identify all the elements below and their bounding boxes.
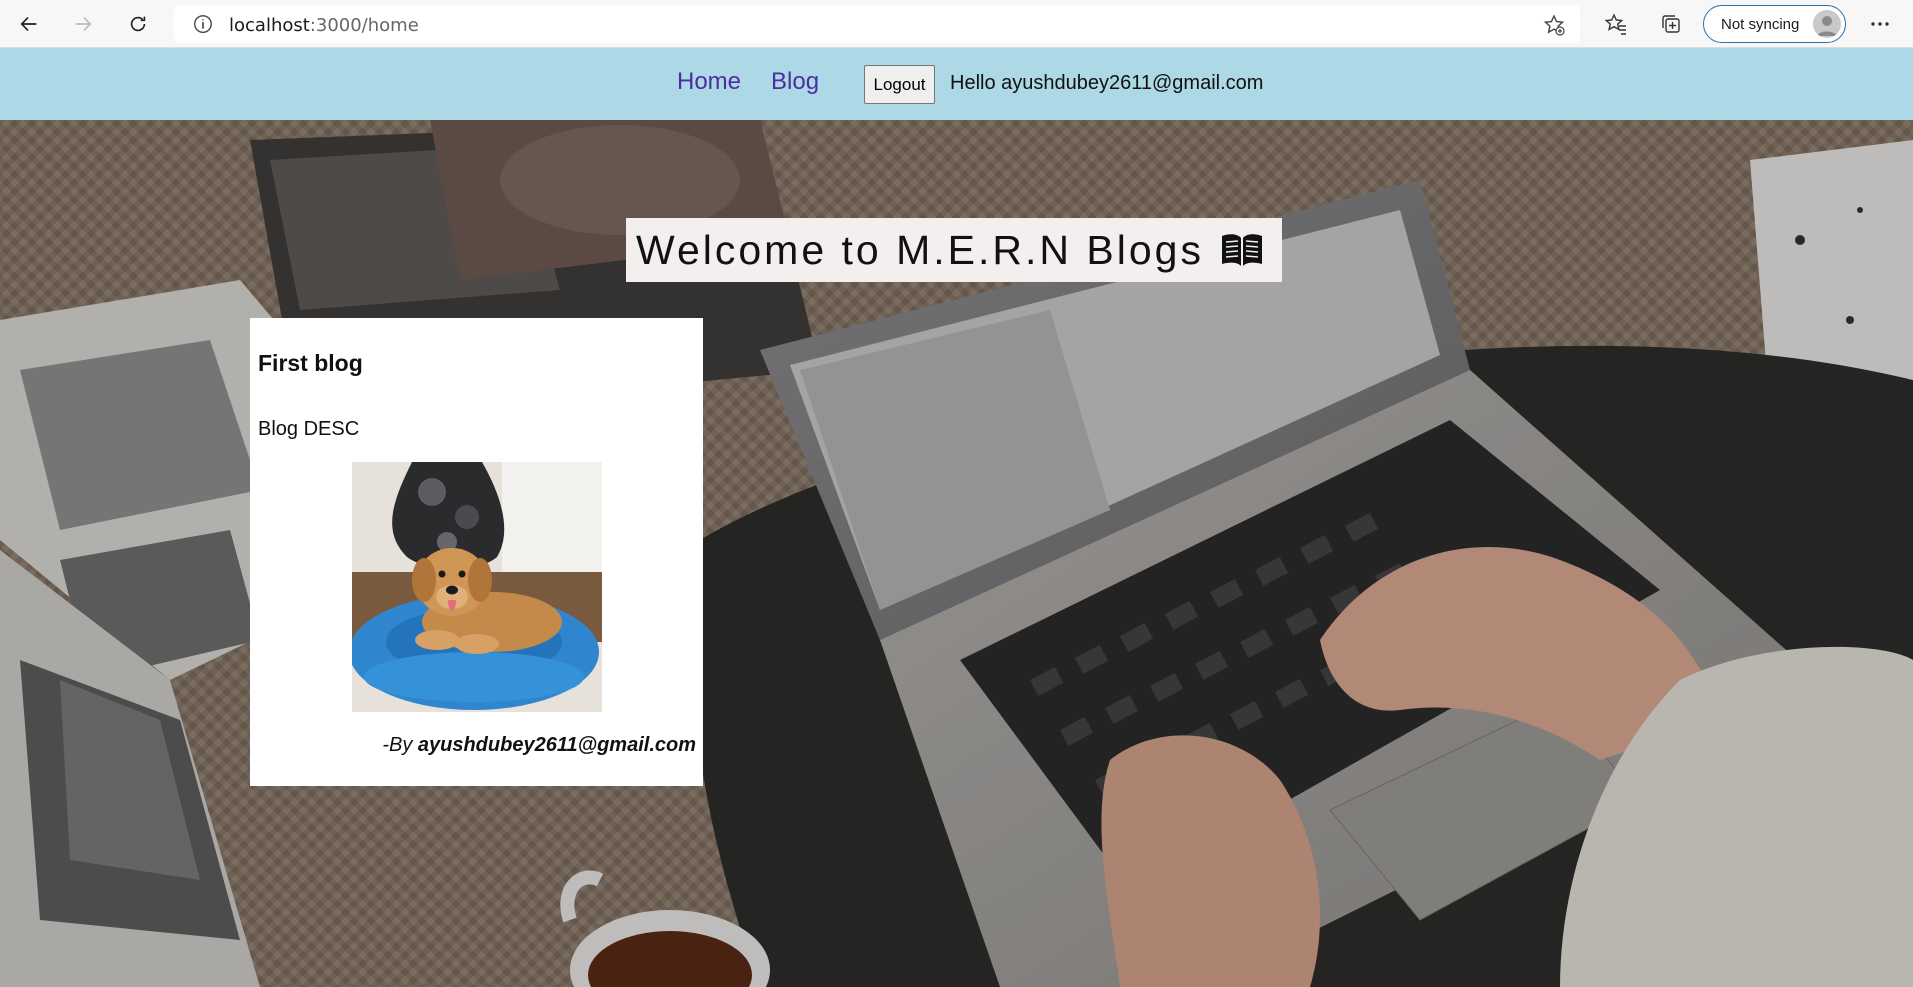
logout-button[interactable]: Logout — [864, 65, 935, 104]
refresh-button[interactable] — [120, 6, 156, 42]
collections-button[interactable] — [1655, 8, 1687, 40]
sync-label: Not syncing — [1721, 16, 1800, 33]
forward-button[interactable] — [65, 6, 101, 42]
blog-description: Blog DESC — [258, 418, 360, 440]
favorites-icon — [1604, 13, 1626, 35]
collections-icon — [1662, 15, 1680, 33]
blog-author: -By ayushdubey2611@gmail.com — [382, 734, 696, 757]
refresh-icon — [130, 16, 146, 32]
add-favorite-icon[interactable] — [1542, 13, 1566, 37]
back-icon — [20, 16, 37, 32]
browser-toolbar: localhost:3000/home Not syncing — [0, 0, 1913, 48]
blog-card[interactable]: First blog Blog DESC -By ayushdubey2611@… — [250, 318, 703, 786]
more-icon — [1871, 22, 1889, 26]
blog-image — [352, 462, 602, 712]
welcome-heading: Welcome to M.E.R.N Blogs — [636, 226, 1204, 273]
author-email: ayushdubey2611@gmail.com — [417, 734, 696, 756]
web-page: Home Blog Logout Hello ayushdubey2611@gm… — [0, 48, 1913, 987]
favorites-button[interactable] — [1600, 8, 1632, 40]
address-url[interactable]: localhost:3000/home — [229, 15, 419, 36]
forward-icon — [75, 16, 92, 32]
url-host: localhost — [229, 15, 310, 36]
user-greeting: Hello ayushdubey2611@gmail.com — [950, 72, 1264, 94]
address-bar[interactable]: localhost:3000/home — [174, 5, 1580, 43]
profile-avatar-icon — [1813, 10, 1841, 38]
dog-in-blue-bed-photo — [352, 462, 602, 712]
nav-blog-link[interactable]: Blog — [771, 68, 819, 96]
open-book-icon — [1221, 234, 1262, 266]
site-info-icon[interactable] — [192, 13, 214, 35]
profile-sync-button[interactable]: Not syncing — [1703, 5, 1846, 43]
blog-title: First blog — [258, 350, 363, 376]
more-button[interactable] — [1864, 8, 1896, 40]
welcome-banner: Welcome to M.E.R.N Blogs — [626, 218, 1282, 282]
hero-background: Welcome to M.E.R.N Blogs First blog Blog… — [0, 120, 1913, 987]
back-button[interactable] — [11, 6, 47, 42]
author-prefix: -By — [382, 734, 413, 756]
nav-home-link[interactable]: Home — [677, 68, 741, 96]
url-path: :3000/home — [309, 15, 419, 36]
site-navbar: Home Blog Logout Hello ayushdubey2611@gm… — [0, 48, 1913, 120]
